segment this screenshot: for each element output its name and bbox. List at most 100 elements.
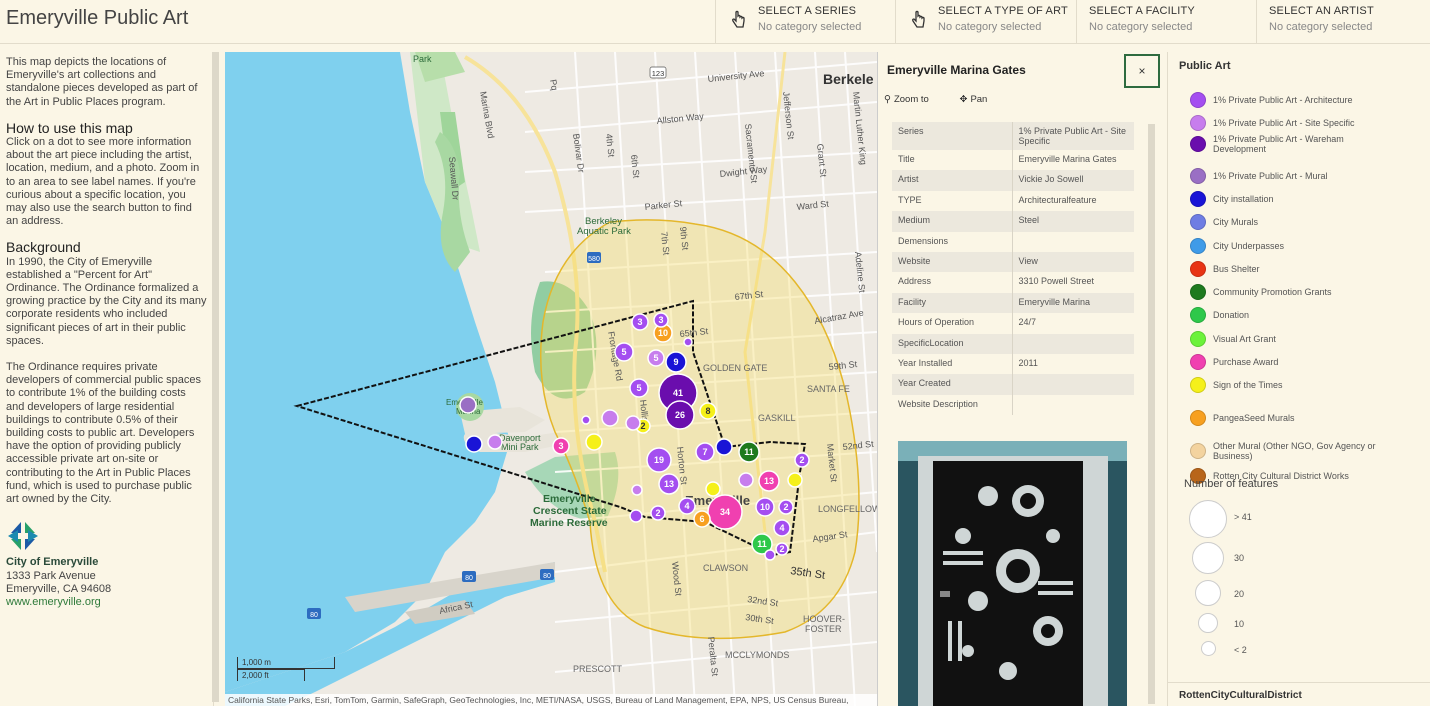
cluster-3-b[interactable]: 3 (552, 437, 570, 455)
marker-site-specific-a[interactable] (601, 409, 619, 427)
map-label-peralta: Peralta St (706, 636, 720, 677)
size-label-41: > 41 (1234, 512, 1252, 522)
cluster-19[interactable]: 19 (646, 447, 672, 473)
cluster-2-b[interactable]: 2 (650, 505, 666, 521)
svg-text:3: 3 (658, 315, 663, 325)
filter-type[interactable]: SELECT A TYPE OF ART No category selecte… (895, 0, 1076, 44)
scale-feet: 2,000 ft (237, 669, 305, 681)
legend-label: 1% Private Public Art - Wareham Developm… (1213, 133, 1344, 155)
website-view-link[interactable]: View (1012, 251, 1134, 273)
cluster-5-b[interactable]: 5 (629, 378, 649, 398)
map-label-59th: 59th St (828, 359, 858, 372)
filter-type-value: No category selected (938, 21, 1042, 33)
svg-text:11: 11 (757, 539, 767, 549)
cluster-11-green[interactable]: 11 (738, 441, 760, 463)
svg-text:2: 2 (799, 455, 804, 465)
legend-swatch (1190, 331, 1206, 347)
marker-sign-times-a[interactable] (585, 433, 603, 451)
cluster-4-b[interactable]: 4 (773, 519, 791, 537)
cluster-7[interactable]: 7 (695, 442, 715, 462)
size-circle-41 (1189, 500, 1227, 538)
cluster-10-b[interactable]: 10 (755, 497, 775, 517)
legend-item: Sign of the Times (1190, 375, 1393, 395)
legend-item: Bus Shelter (1190, 259, 1393, 279)
cluster-2-e[interactable]: 2 (775, 542, 789, 556)
marker-site-specific-c[interactable] (738, 472, 754, 488)
cluster-13-b[interactable]: 13 (758, 470, 780, 492)
pointer-hand-icon (732, 10, 745, 28)
marker-marina-mural[interactable] (459, 396, 477, 414)
cluster-6[interactable]: 6 (693, 510, 711, 528)
feature-popup: Emeryville Marina Gates × ⚲ Zoom to ✥ Pan … (877, 52, 1160, 706)
marker-small-a[interactable] (581, 415, 591, 425)
art-photo (898, 441, 1127, 706)
marker-davenport[interactable] (487, 434, 503, 450)
route-shield-123: 123 (652, 69, 665, 78)
legend-section-rotten-city[interactable]: RottenCityCulturalDistrict (1168, 682, 1430, 706)
size-circle-10 (1198, 613, 1218, 633)
map-view[interactable]: 123 580 80 80 80 Berkele University Ave … (225, 52, 877, 706)
cluster-13-a[interactable]: 13 (658, 473, 680, 495)
legend-label: City Murals (1213, 216, 1259, 227)
marker-small-d[interactable] (631, 484, 643, 496)
map-label-gaskill: GASKILL (758, 413, 796, 423)
cluster-34[interactable]: 34 (707, 494, 743, 530)
attribute-table: Series 1% Private Public Art - Site Speci… (892, 122, 1134, 416)
map-label-reserve-1: Emeryville (543, 493, 596, 505)
cluster-3-c[interactable]: 3 (653, 312, 669, 328)
legend-label: 1% Private Public Art - Mural (1213, 170, 1328, 181)
popup-scrollbar[interactable] (1148, 124, 1155, 704)
org-website-link[interactable]: www.emeryville.org (6, 596, 207, 609)
filter-series-value: No category selected (758, 21, 862, 33)
map-label-longfellow: LONGFELLOW (818, 504, 877, 514)
svg-text:19: 19 (654, 455, 664, 465)
svg-text:9: 9 (673, 357, 678, 367)
cluster-9[interactable]: 9 (665, 351, 687, 373)
popup-close-button[interactable]: × (1124, 54, 1160, 88)
pan-button[interactable]: ✥ Pan (959, 94, 1001, 105)
map-label-park: Park (413, 54, 432, 64)
svg-text:4: 4 (684, 501, 689, 511)
marker-site-specific-b[interactable] (625, 415, 641, 431)
marker-small-b[interactable] (683, 337, 693, 347)
svg-text:6: 6 (699, 514, 704, 524)
marker-city-installation-b[interactable] (715, 438, 733, 456)
background-text-2: The Ordinance requires private developer… (6, 361, 202, 506)
svg-text:41: 41 (673, 388, 683, 398)
cluster-26[interactable]: 26 (665, 400, 695, 430)
legend-swatch (1190, 443, 1206, 459)
cluster-8[interactable]: 8 (699, 402, 717, 420)
scale-meters: 1,000 m (237, 657, 335, 669)
svg-text:10: 10 (658, 328, 668, 338)
svg-text:26: 26 (675, 410, 685, 420)
map-label-bolivar: Bolivar Dr (571, 133, 586, 174)
map-canvas[interactable]: 123 580 80 80 80 Berkele University Ave … (225, 52, 877, 706)
cluster-5-a[interactable]: 5 (614, 342, 634, 362)
app-title: Emeryville Public Art (6, 7, 189, 29)
marker-city-installation-a[interactable] (465, 435, 483, 453)
size-circle-20 (1195, 580, 1221, 606)
cluster-2-d[interactable]: 2 (794, 452, 810, 468)
map-label-marina-blvd: Marina Blvd (478, 91, 496, 140)
cluster-4-a[interactable]: 4 (678, 497, 696, 515)
map-label-parker: Parker St (644, 198, 683, 212)
filter-series[interactable]: SELECT A SERIES No category selected (715, 0, 895, 44)
legend-item: Other Mural (Other NGO, Gov Agency or Bu… (1190, 441, 1393, 461)
marker-small-c[interactable] (764, 549, 776, 561)
marker-sign-times-c[interactable] (787, 472, 803, 488)
map-label-reserve-2: Crescent State (533, 505, 607, 517)
map-label-jefferson: Jefferson St (781, 91, 796, 140)
cluster-3-a[interactable]: 3 (631, 313, 649, 331)
sidebar-scrollbar[interactable] (212, 52, 219, 702)
marker-sign-times-b[interactable] (705, 481, 721, 497)
legend-label: City installation (1213, 193, 1274, 204)
legend-swatch (1190, 410, 1206, 426)
map-label-allston: Allston Way (656, 111, 704, 126)
cluster-5-c[interactable]: 5 (647, 349, 665, 367)
map-label-berkeley: Berkele (823, 71, 874, 87)
cluster-2-c[interactable]: 2 (778, 499, 794, 515)
filter-artist[interactable]: SELECT AN ARTIST No category selected (1256, 0, 1430, 44)
filter-facility[interactable]: SELECT A FACILITY No category selected (1076, 0, 1256, 44)
marker-small-e[interactable] (629, 509, 643, 523)
zoom-to-button[interactable]: ⚲ Zoom to (884, 94, 943, 105)
